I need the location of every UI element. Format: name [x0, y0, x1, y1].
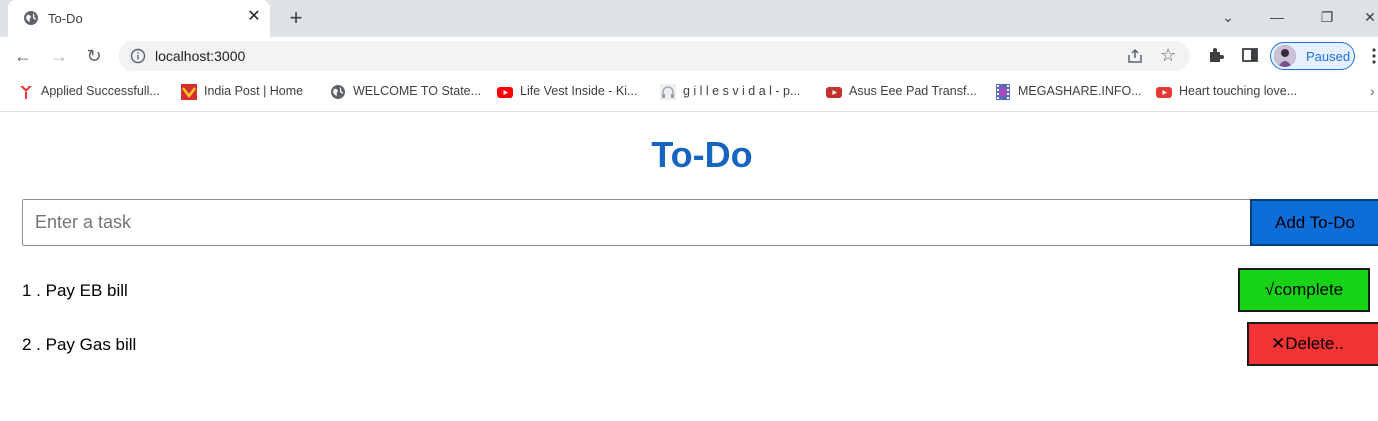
info-icon[interactable] [130, 48, 146, 64]
browser-tab[interactable]: To-Do ✕ [8, 0, 270, 37]
restore-icon[interactable]: ❐ [1315, 6, 1339, 28]
browser-toolbar: ← → ↻ localhost:3000 ☆ [0, 37, 1378, 75]
forward-arrow-icon[interactable]: → [48, 45, 70, 67]
bookmark-label: Asus Eee Pad Transf... [849, 84, 977, 98]
bookmark-label: Heart touching love... [1179, 84, 1298, 98]
new-tab-plus-icon[interactable]: + [285, 7, 307, 29]
minimize-icon[interactable]: — [1265, 6, 1289, 28]
tab-strip: To-Do ✕ + ⌄ — ❐ ✕ [0, 0, 1378, 37]
india-post-icon [181, 84, 197, 100]
url-text: localhost:3000 [155, 48, 246, 64]
side-panel-icon[interactable] [1241, 46, 1259, 64]
address-bar[interactable]: localhost:3000 ☆ [118, 41, 1190, 71]
bookmarks-bar: Applied Successfull... India Post | Home… [0, 75, 1378, 112]
youtube-icon [1156, 87, 1172, 98]
headphones-icon [660, 84, 676, 100]
share-icon[interactable] [1126, 47, 1144, 65]
reload-icon[interactable]: ↻ [83, 45, 105, 67]
more-bookmarks-chevron-icon[interactable]: › [1370, 83, 1375, 99]
globe-icon [24, 11, 38, 25]
film-icon [996, 84, 1010, 100]
bookmark-star-icon[interactable]: ☆ [1160, 45, 1176, 66]
tab-title: To-Do [48, 11, 83, 26]
globe-icon [331, 85, 345, 99]
bookmark-label: Life Vest Inside - Ki... [520, 84, 638, 98]
profile-status: Paused [1306, 49, 1351, 64]
bookmark-label: g i l l e s v i d a l - p... [683, 84, 801, 98]
todo-item: 2 . Pay Gas bill [22, 335, 137, 354]
profile-button[interactable]: Paused [1270, 42, 1355, 70]
page-title: To-Do [651, 134, 753, 175]
bookmark-label: India Post | Home [204, 84, 304, 98]
delete-button[interactable]: ✕Delete.. [1247, 322, 1378, 366]
back-arrow-icon[interactable]: ← [12, 45, 34, 67]
red-y-icon [20, 86, 32, 99]
browser-menu-icon[interactable] [1370, 47, 1378, 65]
close-tab-icon[interactable]: ✕ [246, 9, 262, 25]
bookmark-label: WELCOME TO State... [353, 84, 482, 98]
todo-item: 1 . Pay EB bill [22, 281, 128, 300]
bookmark-label: Applied Successfull... [41, 84, 160, 98]
task-input[interactable] [22, 199, 1251, 246]
add-todo-button[interactable]: Add To-Do [1250, 199, 1378, 246]
tab-search-chevron-icon[interactable]: ⌄ [1216, 6, 1240, 28]
youtube-icon [497, 87, 513, 98]
bookmark-label: MEGASHARE.INFO... [1018, 84, 1142, 98]
complete-button[interactable]: √complete [1238, 268, 1370, 312]
window-close-icon[interactable]: ✕ [1358, 6, 1378, 28]
youtube-icon [826, 87, 842, 98]
extensions-puzzle-icon[interactable] [1207, 46, 1225, 64]
avatar [1274, 45, 1296, 67]
